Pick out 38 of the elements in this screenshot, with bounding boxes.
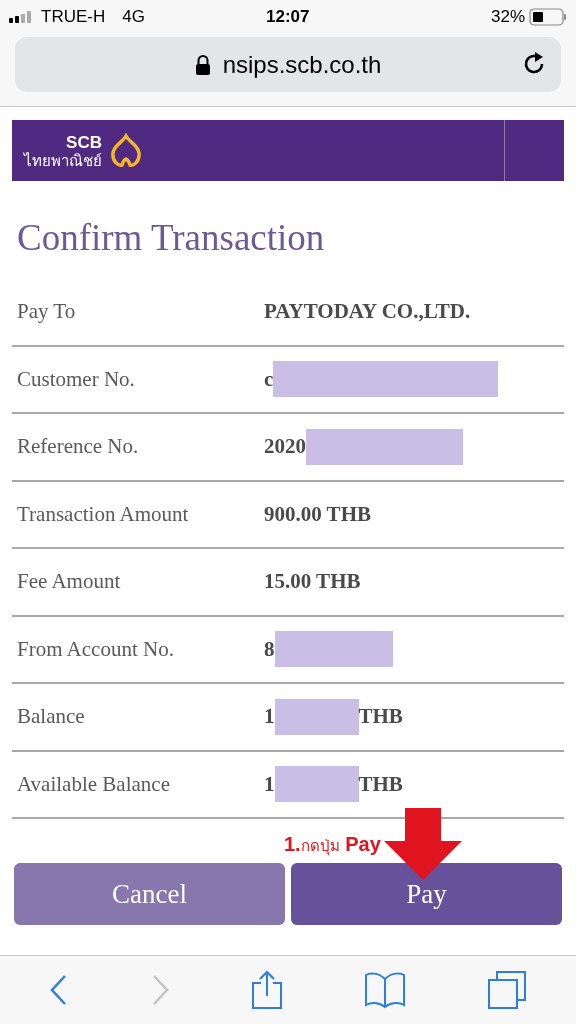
logo-icon [108,132,144,169]
field-value: 1 [264,703,275,730]
bookmarks-icon[interactable] [364,971,407,1009]
field-label: Balance [16,703,86,730]
field-value: 900.00 THB [264,500,371,528]
share-icon[interactable] [250,970,283,1010]
field-value: c [264,365,274,393]
time-text: 12:07 [266,6,310,29]
field-label: Reference No. [16,433,140,460]
field-value: 8 [264,635,275,663]
battery-percent: 32% [490,6,525,29]
network-text: 4G [122,6,145,29]
annotation-text: 1.กดปุ่ม Pay [284,832,381,858]
tabs-icon[interactable] [487,970,528,1010]
field-value: 2020 [264,433,306,460]
currency-text: THB [358,703,403,730]
currency-text: THB [358,770,403,798]
page-title: Confirm Transaction [17,219,326,256]
battery-icon [529,8,567,26]
field-value: 1 [264,770,275,798]
carrier-text: TRUE-H [41,6,106,29]
field-label: Available Balance [16,770,171,798]
field-value: 15.00 THB [264,568,361,595]
url-text: nsips.scb.co.th [222,49,382,80]
pay-button[interactable]: Pay [291,863,562,925]
lock-icon [194,53,211,76]
back-icon[interactable] [48,974,69,1006]
field-label: Pay To [16,298,77,325]
cancel-button[interactable]: Cancel [14,863,285,925]
field-label: From Account No. [16,635,175,663]
field-label: Transaction Amount [16,500,190,528]
field-label: Fee Amount [16,568,122,595]
logo-text: SCB [66,133,102,151]
address-bar[interactable]: nsips.scb.co.th [15,37,561,92]
field-label: Customer No. [16,365,136,393]
field-value: PAYTODAY CO.,LTD. [264,298,471,325]
logo-subtext: ไทยพาณิชย์ [24,152,102,168]
arrow-icon [384,808,462,880]
